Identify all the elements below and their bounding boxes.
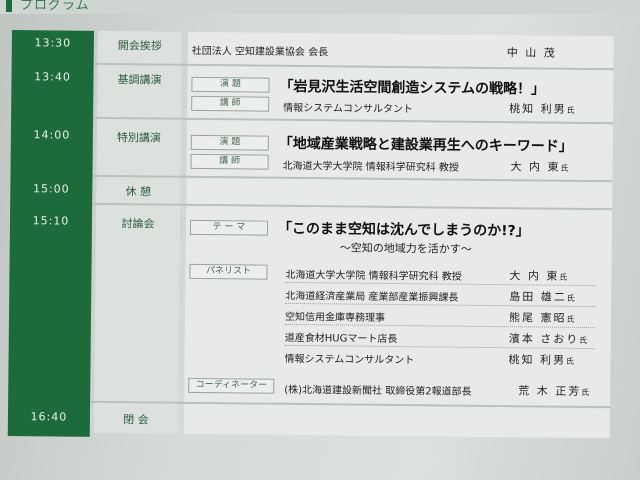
panelist-name: 大 内 東氏 xyxy=(509,269,568,283)
row-session: 討論会 xyxy=(121,217,155,231)
row-time: 14:00 xyxy=(33,128,71,142)
coordinator-org: (株)北海道建設新聞社 取締役第2報道部長 xyxy=(284,384,472,398)
row-time: 15:10 xyxy=(32,214,70,228)
row-session: 閉 会 xyxy=(123,413,149,427)
speaker-name: 大 内 東氏 xyxy=(510,160,569,174)
panelist-org: 北海道経済産業局 産業部産業振興課長 xyxy=(285,290,459,304)
schedule-row-panel-discussion: 15:10 討論会 テ ー マ 「このまま空知は沈んでしまうのか!?」 ～空知の… xyxy=(8,204,613,407)
header-strip: プログラム xyxy=(0,0,640,14)
speaker-org: 情報システムコンサルタント xyxy=(283,102,413,116)
panelist-name: 島田 雄二氏 xyxy=(509,290,575,304)
schedule-row-special-lecture: 14:00 特別講演 演 題 「地域産業戦略と建設業再生へのキーワード」 講 師… xyxy=(10,118,614,181)
tag-speaker: 講 師 xyxy=(190,153,269,170)
tag-title: 演 題 xyxy=(191,76,270,93)
session-subtitle: ～空知の地域力を活かす～ xyxy=(339,241,472,256)
row-time: 16:40 xyxy=(30,410,68,424)
schedule-row-keynote: 13:40 基調講演 演 題 「岩見沢生活空間創造システムの戦略！」 講 師 情… xyxy=(11,64,614,123)
row-time: 13:30 xyxy=(34,36,72,50)
speaker-name: 中 山 茂 xyxy=(506,46,557,60)
session-title: 「このまま空知は沈んでしまうのか!?」 xyxy=(277,220,530,240)
row-session: 開会挨拶 xyxy=(117,39,162,53)
panelist-name: 濱本 さおり氏 xyxy=(508,332,588,346)
speaker-org: 北海道大学大学院 情報科学研究科 教授 xyxy=(282,160,459,174)
tag-speaker: 講 師 xyxy=(191,95,270,112)
speaker-org: 社団法人 空知建設業協会 会長 xyxy=(191,45,329,59)
tag-title: 演 題 xyxy=(190,134,269,151)
row-session: 特別講演 xyxy=(116,131,161,145)
panelist-org: 情報システムコンサルタント xyxy=(284,353,415,367)
header-title: プログラム xyxy=(20,0,90,13)
row-time: 15:00 xyxy=(32,182,70,196)
coordinator-name: 荒 木 正芳氏 xyxy=(518,384,590,398)
row-session: 休 憩 xyxy=(125,185,152,199)
tag-panelist: パネリスト xyxy=(189,263,268,280)
session-title: 「地域産業戦略と建設業再生へのキーワード」 xyxy=(278,135,573,155)
row-session: 基調講演 xyxy=(117,73,162,87)
panelist-org: 北海道大学大学院 情報科学研究科 教授 xyxy=(285,269,462,283)
panelist-org: 道産食材HUGマート店長 xyxy=(284,332,398,346)
panelist-name: 熊尾 憲昭氏 xyxy=(508,311,575,325)
tag-coordinator: コーディネーター xyxy=(188,377,275,394)
panelist-name: 桃知 利男氏 xyxy=(508,353,575,367)
header-accent-bar xyxy=(6,0,12,12)
program-schedule: 13:30 開会挨拶 社団法人 空知建設業協会 会長 中 山 茂 13:40 基… xyxy=(7,30,614,442)
tag-theme: テ ー マ xyxy=(189,219,269,236)
schedule-row-closing: 16:40 閉 会 xyxy=(8,402,611,439)
row-time: 13:40 xyxy=(34,70,71,84)
panelist-org: 空知信用金庫専務理事 xyxy=(284,311,386,324)
session-title: 「岩見沢生活空間創造システムの戦略！」 xyxy=(279,78,546,98)
speaker-name: 桃知 利男氏 xyxy=(509,102,575,116)
